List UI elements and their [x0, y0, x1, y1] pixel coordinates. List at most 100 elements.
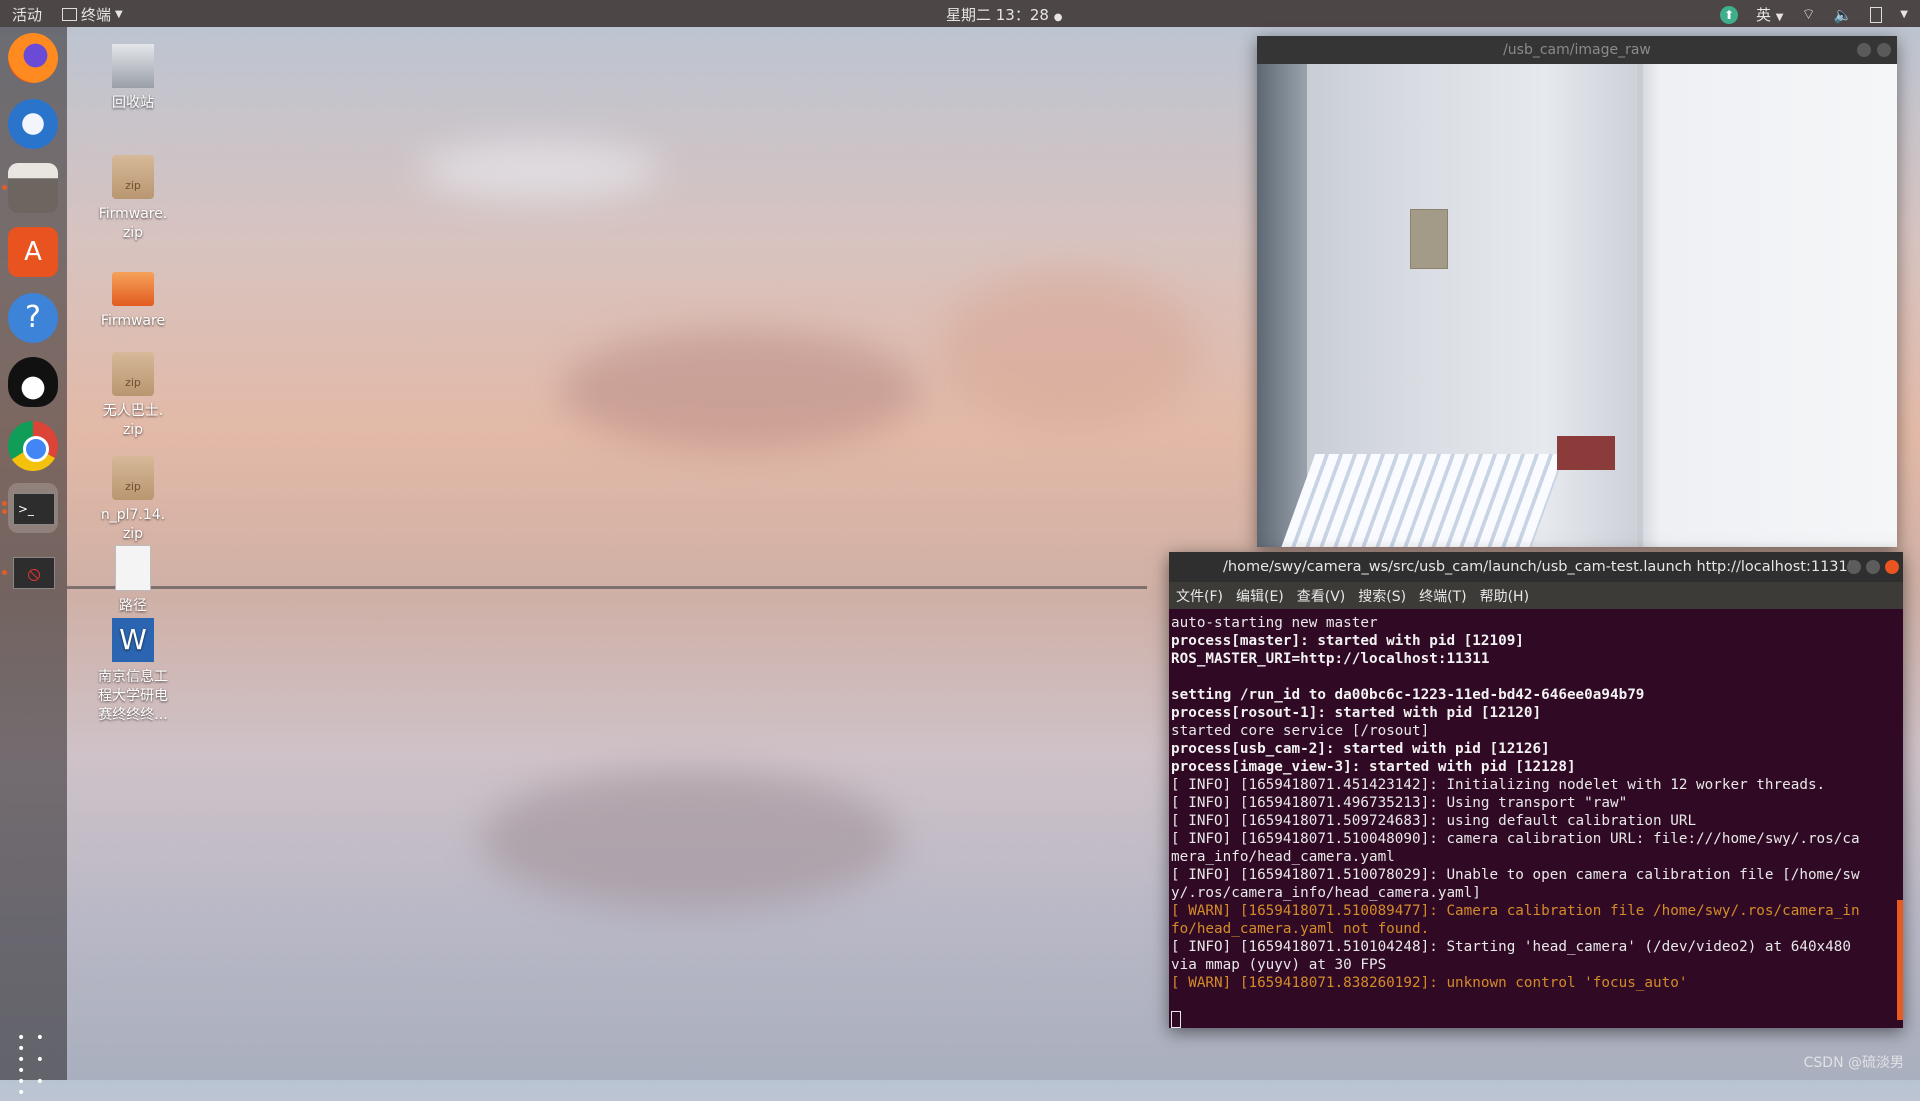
desktop-icon-label: Firmware. zip	[98, 206, 168, 241]
terminal-line: [ INFO] [1659418071.496735213]: Using tr…	[1171, 795, 1628, 811]
terminal-line: y/.ros/camera_info/head_camera.yaml]	[1171, 885, 1481, 901]
image-view-window[interactable]: /usb_cam/image_raw	[1257, 36, 1897, 547]
camera-box	[1557, 436, 1615, 470]
terminal-line: [ INFO] [1659418071.510078029]: Unable t…	[1171, 867, 1860, 883]
zip-icon	[112, 352, 154, 396]
wifi-icon[interactable]: ⌔	[1802, 5, 1816, 24]
terminal-prompt[interactable]	[1171, 1010, 1901, 1028]
terminal-line: [ WARN] [1659418071.510089477]: Camera c…	[1171, 903, 1860, 919]
scrollbar[interactable]	[1897, 900, 1903, 1020]
terminal-line: setting /run_id to da00bc6c-1223-11ed-bd…	[1171, 687, 1645, 703]
terminal-small-icon	[62, 8, 77, 21]
running-indicator	[2, 501, 7, 506]
word-icon: W	[112, 618, 154, 662]
desktop-icon-text[interactable]: 路径	[83, 545, 183, 616]
running-indicator	[2, 509, 7, 514]
window-titlebar[interactable]: /usb_cam/image_raw	[1257, 36, 1897, 64]
menu-item[interactable]: 帮助(H)	[1480, 586, 1529, 606]
desktop-icon-label: 路径	[119, 598, 147, 614]
input-method-label: 英	[1756, 6, 1772, 24]
terminal-menubar: 文件(F) 编辑(E) 查看(V) 搜索(S) 终端(T) 帮助(H)	[1169, 582, 1903, 609]
camera-left-wall	[1257, 64, 1307, 547]
firefox-icon[interactable]	[8, 33, 58, 83]
terminal-line: process[rosout-1]: started with pid [121…	[1171, 705, 1542, 721]
terminal-line: process[master]: started with pid [12109…	[1171, 633, 1524, 649]
terminal-output[interactable]: auto-starting new master process[master]:…	[1169, 609, 1903, 1028]
cloud-decoration	[940, 270, 1200, 430]
system-tray: ⬆ 英 ▼ ⌔ 🔈 ▼	[1720, 4, 1908, 25]
close-icon[interactable]	[1885, 560, 1899, 574]
running-indicator	[2, 185, 7, 190]
menu-item[interactable]: 文件(F)	[1176, 586, 1223, 606]
camera-window-light	[1278, 454, 1566, 547]
window-title: /home/swy/camera_ws/src/usb_cam/launch/u…	[1223, 559, 1857, 575]
window-title: /usb_cam/image_raw	[1503, 42, 1651, 58]
notification-dot-icon: ●	[1053, 12, 1063, 23]
clock[interactable]: 星期二 13：28 ●	[946, 4, 1062, 25]
qq-icon[interactable]	[8, 357, 58, 407]
software-icon[interactable]: A	[8, 227, 58, 277]
desktop-icon-word[interactable]: W 南京信息工 程大学研电 赛终终终...	[83, 618, 183, 725]
minimize-icon[interactable]	[1847, 560, 1861, 574]
volume-icon[interactable]: 🔈	[1834, 6, 1853, 24]
desktop-icon-label: 无人巴士. zip	[102, 403, 164, 438]
watermark: CSDN @硫淡男	[1803, 1055, 1904, 1071]
desktop-icon-label: Firmware	[100, 313, 166, 329]
help-icon[interactable]: ?	[8, 293, 58, 343]
app-menu[interactable]: 终端 ▼	[62, 4, 123, 25]
maximize-icon[interactable]	[1866, 560, 1880, 574]
terminal-line: via mmap (yuyv) at 30 FPS	[1171, 957, 1387, 973]
blocked-app-icon[interactable]: ⦸	[8, 547, 58, 597]
camera-vent	[1410, 209, 1448, 269]
files-icon[interactable]	[8, 163, 58, 213]
menu-item[interactable]: 查看(V)	[1297, 586, 1346, 606]
desktop-icon-label: n_pl7.14. zip	[100, 507, 166, 542]
text-icon	[115, 545, 151, 591]
terminal-line: fo/head_camera.yaml not found.	[1171, 921, 1430, 937]
terminal-line: [ INFO] [1659418071.509724683]: using de…	[1171, 813, 1697, 829]
folder-icon	[112, 272, 154, 306]
show-apps-icon[interactable]: • • • • • • • • •	[17, 1031, 49, 1100]
terminal-line: [ INFO] [1659418071.510104248]: Starting…	[1171, 939, 1851, 955]
chevron-down-icon[interactable]: ▼	[1900, 9, 1908, 20]
menu-item[interactable]: 终端(T)	[1419, 586, 1466, 606]
desktop-icon-zip[interactable]: Firmware. zip	[83, 155, 183, 243]
running-indicator	[2, 570, 7, 575]
terminal-line: [ WARN] [1659418071.838260192]: unknown …	[1171, 975, 1688, 991]
update-icon[interactable]: ⬆	[1720, 5, 1738, 24]
camera-image	[1257, 64, 1897, 547]
terminal-icon[interactable]: >_	[8, 483, 58, 533]
minimize-icon[interactable]	[1857, 43, 1871, 57]
chevron-down-icon: ▼	[1775, 12, 1784, 23]
menu-item[interactable]: 编辑(E)	[1236, 586, 1284, 606]
close-icon[interactable]	[1877, 43, 1891, 57]
activities-button[interactable]: 活动	[12, 4, 42, 25]
desktop-icon-folder[interactable]: Firmware	[83, 262, 183, 331]
terminal-line: [ INFO] [1659418071.451423142]: Initiali…	[1171, 777, 1826, 793]
terminal-window[interactable]: /home/swy/camera_ws/src/usb_cam/launch/u…	[1169, 552, 1903, 1028]
terminal-line: process[image_view-3]: started with pid …	[1171, 759, 1576, 775]
battery-icon[interactable]	[1870, 6, 1883, 23]
horizon-line	[67, 586, 1147, 589]
desktop-icon-trash[interactable]: 回收站	[83, 44, 183, 113]
thunderbird-icon[interactable]	[8, 99, 58, 149]
cloud-decoration	[480, 770, 900, 910]
prohibited-icon: ⦸	[13, 557, 55, 589]
chrome-icon[interactable]	[8, 421, 58, 471]
zip-icon	[112, 155, 154, 199]
top-bar: 活动 终端 ▼ 星期二 13：28 ● ⬆ 英 ▼ ⌔ 🔈 ▼	[0, 0, 1920, 27]
camera-corner-edge	[1637, 64, 1643, 547]
terminal-line: [ INFO] [1659418071.510048090]: camera c…	[1171, 831, 1860, 847]
terminal-glyph-icon: >_	[13, 493, 55, 525]
desktop-icon-zip[interactable]: n_pl7.14. zip	[83, 456, 183, 544]
menu-item[interactable]: 搜索(S)	[1358, 586, 1406, 606]
desktop-icon-zip[interactable]: 无人巴士. zip	[83, 352, 183, 440]
cloud-decoration	[560, 330, 920, 450]
cloud-decoration	[420, 140, 660, 200]
zip-icon	[112, 456, 154, 500]
window-titlebar[interactable]: /home/swy/camera_ws/src/usb_cam/launch/u…	[1169, 552, 1903, 582]
terminal-line: process[usb_cam-2]: started with pid [12…	[1171, 741, 1550, 757]
terminal-line: ROS_MASTER_URI=http://localhost:11311	[1171, 651, 1490, 667]
input-method[interactable]: 英 ▼	[1756, 4, 1784, 25]
